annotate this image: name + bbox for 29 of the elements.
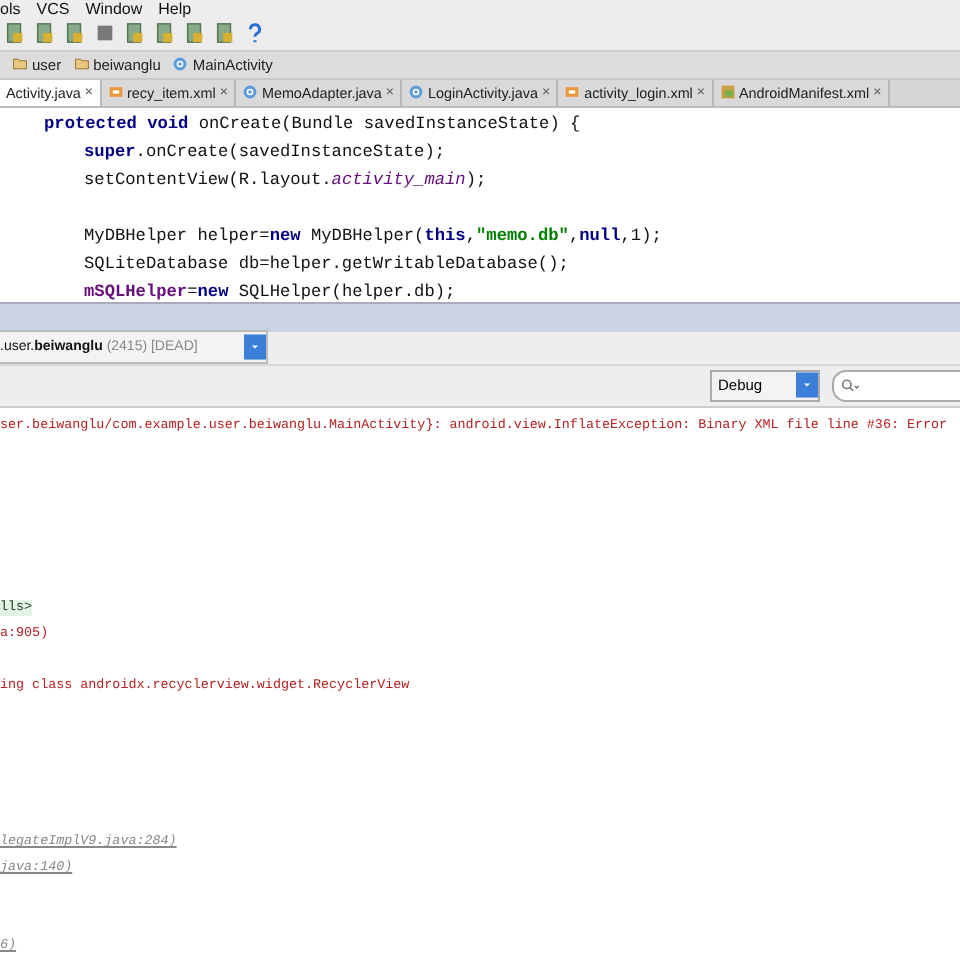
class-icon xyxy=(407,84,424,101)
code-line: setContentView(R.layout.activity_main); xyxy=(84,170,487,191)
search-icon xyxy=(840,377,860,394)
toolbar-icon[interactable] xyxy=(154,22,176,45)
menu-item[interactable]: Window xyxy=(85,0,143,18)
folder-icon xyxy=(73,56,90,73)
folder-icon xyxy=(12,56,28,73)
code-line: super.onCreate(savedInstanceState); xyxy=(84,142,446,163)
menu-item[interactable]: Help xyxy=(158,0,192,18)
toolbar-icon[interactable] xyxy=(124,22,146,45)
manifest-file-icon xyxy=(719,84,735,101)
help-icon[interactable] xyxy=(244,22,266,45)
toolbar-icon[interactable] xyxy=(34,22,56,45)
toolbar-icon[interactable] xyxy=(184,22,206,45)
code-line: SQLiteDatabase db=helper.getWritableDatabase(); xyxy=(84,254,569,275)
class-icon xyxy=(241,84,258,101)
xml-file-icon xyxy=(564,84,581,101)
code-line: mSQLHelper=new SQLHelper(helper.db); xyxy=(84,282,456,303)
menu-item[interactable]: VCS xyxy=(36,0,70,18)
toolbar-icon[interactable] xyxy=(4,22,26,45)
code-line: protected void onCreate(Bundle savedInstanceState) { xyxy=(44,114,581,135)
toolbar-icon[interactable] xyxy=(214,22,236,45)
search-field[interactable] xyxy=(832,369,960,402)
menu-item[interactable]: ols xyxy=(0,0,21,18)
code-line: MyDBHelper helper=new MyDBHelper(this,"memo.db",null,1); xyxy=(84,226,662,247)
class-icon xyxy=(172,56,189,73)
toolbar-icon[interactable] xyxy=(64,22,86,45)
xml-file-icon xyxy=(107,84,124,101)
stop-icon[interactable] xyxy=(94,22,116,45)
